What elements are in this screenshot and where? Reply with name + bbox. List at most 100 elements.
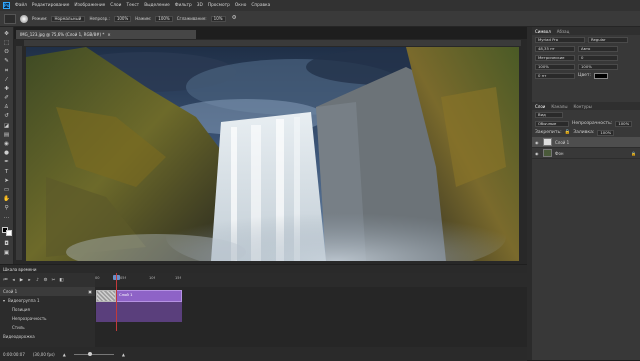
zoom-out-icon[interactable]: ▲	[63, 352, 66, 357]
screen-mode-icon[interactable]: ▣	[2, 250, 11, 257]
clip-label: Слой 1	[119, 292, 133, 297]
background-color-swatch[interactable]	[5, 229, 12, 236]
tool-preset-picker[interactable]	[4, 13, 16, 24]
gradient-tool-icon[interactable]: ▤	[2, 132, 11, 139]
menu-view[interactable]: Просмотр	[208, 3, 230, 8]
quick-select-icon[interactable]: ✎	[2, 59, 11, 66]
opacity-field[interactable]: 100%	[113, 15, 132, 22]
visibility-eye-icon[interactable]: ◉	[535, 151, 540, 156]
film-icon[interactable]: ▣	[88, 289, 92, 294]
transition-icon[interactable]: ◧	[59, 278, 64, 283]
property-row[interactable]: Стиль	[0, 323, 95, 332]
playhead-line[interactable]	[116, 273, 117, 331]
menu-file[interactable]: Файл	[15, 3, 27, 8]
brush-preview-icon[interactable]	[20, 14, 28, 23]
zoom-slider-knob[interactable]	[87, 351, 92, 356]
rectangle-tool-icon[interactable]: ▭	[2, 187, 11, 194]
blend-mode-select[interactable]: Обычные	[535, 120, 569, 127]
close-icon[interactable]: ×	[107, 32, 110, 37]
healing-brush-icon[interactable]: ✚	[2, 86, 11, 93]
eyedropper-icon[interactable]: ⁄	[2, 77, 11, 84]
layer-row-layer1[interactable]: ◉ Слой 1	[532, 137, 640, 148]
timeline-track-row[interactable]: Слой 1 ▣	[0, 287, 95, 296]
timeline-group-row[interactable]: ▾ Видеогруппа 1	[0, 296, 95, 305]
next-frame-icon[interactable]: ▸	[27, 278, 32, 283]
prev-frame-icon[interactable]: ◂	[11, 278, 16, 283]
tab-paths[interactable]: Контуры	[573, 104, 591, 109]
tab-channels[interactable]: Каналы	[551, 104, 567, 109]
layer-opacity-field[interactable]: 100%	[615, 120, 633, 127]
font-family-select[interactable]: Myriad Pro	[535, 36, 585, 43]
ruler-vertical[interactable]	[16, 46, 22, 260]
menu-select[interactable]: Выделение	[144, 3, 170, 8]
color-swatches[interactable]	[1, 226, 12, 236]
leading-field[interactable]: Авто	[578, 45, 618, 52]
menu-edit[interactable]: Редактирование	[32, 3, 70, 8]
font-style-select[interactable]: Regular	[588, 36, 628, 43]
hand-tool-icon[interactable]: ✋	[2, 196, 11, 203]
tab-layers[interactable]: Слои	[535, 104, 545, 109]
tab-paragraph[interactable]: Абзац	[557, 29, 570, 34]
blur-tool-icon[interactable]: ◉	[2, 141, 11, 148]
vertical-scale-field[interactable]: 100%	[535, 63, 575, 70]
gear-icon[interactable]: ⚙	[230, 15, 239, 22]
dodge-tool-icon[interactable]: ●	[2, 150, 11, 157]
video-track-row[interactable]: Видеодорожка	[0, 332, 95, 341]
smoothing-field[interactable]: 10%	[210, 15, 226, 22]
tracking-field[interactable]: 0	[578, 54, 618, 61]
text-color-swatch[interactable]	[594, 72, 609, 79]
first-frame-icon[interactable]: ⏮	[3, 278, 8, 283]
canvas-image[interactable]	[26, 47, 519, 261]
quick-mask-icon[interactable]: ◘	[2, 241, 11, 248]
split-icon[interactable]: ✂	[51, 278, 56, 283]
pen-tool-icon[interactable]: ✒	[2, 160, 11, 167]
marquee-tool-icon[interactable]: ⬚	[2, 40, 11, 47]
settings-icon[interactable]: ⚙	[43, 278, 48, 283]
tab-character[interactable]: Символ	[535, 29, 551, 34]
move-tool-icon[interactable]: ✥	[2, 31, 11, 38]
clone-stamp-icon[interactable]: ♙	[2, 105, 11, 112]
ruler-horizontal[interactable]	[24, 40, 521, 46]
menu-window[interactable]: Окно	[235, 3, 246, 8]
horizontal-scale-field[interactable]: 100%	[578, 63, 618, 70]
fill-field[interactable]: 100%	[597, 129, 615, 136]
video-clip[interactable]: Слой 1	[116, 290, 182, 302]
layer-filter-select[interactable]: Вид	[535, 111, 563, 118]
menu-image[interactable]: Изображение	[74, 3, 105, 8]
history-brush-icon[interactable]: ↺	[2, 114, 11, 121]
audio-icon[interactable]: ♪	[35, 278, 40, 283]
brush-tool-icon[interactable]: ✐	[2, 95, 11, 102]
menu-help[interactable]: Справка	[251, 3, 270, 8]
property-row[interactable]: Непрозрачность	[0, 314, 95, 323]
lasso-tool-icon[interactable]: ʘ	[2, 49, 11, 56]
vertical-scale-value: 100%	[538, 64, 549, 69]
lock-icon[interactable]: 🔒	[565, 130, 571, 135]
crop-tool-icon[interactable]: ⌗	[2, 68, 11, 75]
layer-row-background[interactable]: ◉ Фон 🔒	[532, 148, 640, 159]
menu-layers[interactable]: Слои	[110, 3, 121, 8]
timeline-ruler[interactable]: 00 05f 10f 15f	[95, 273, 527, 287]
timeline-zoom-slider[interactable]	[73, 351, 114, 356]
path-select-icon[interactable]: ➤	[2, 178, 11, 185]
baseline-field[interactable]: 0 пт	[535, 72, 575, 79]
menu-3d[interactable]: 3D	[197, 3, 203, 8]
play-icon[interactable]: ▶	[19, 278, 24, 283]
more-tools-icon[interactable]: ⋯	[2, 215, 11, 222]
layer-name: Слой 1	[555, 139, 570, 145]
type-tool-icon[interactable]: T	[2, 169, 11, 176]
document-tab[interactable]: IMG_123.jpg @ 75,6% (Слой 1, RGB/8#) * ×	[16, 30, 196, 39]
expand-arrow-icon[interactable]: ▾	[3, 298, 5, 303]
transition-clip[interactable]	[96, 290, 116, 302]
property-row[interactable]: Позиция	[0, 305, 95, 314]
kerning-select[interactable]: Метрические	[535, 54, 575, 61]
flow-field[interactable]: 100%	[155, 15, 173, 22]
zoom-tool-icon[interactable]: ⚲	[2, 206, 11, 213]
eraser-icon[interactable]: ◪	[2, 123, 11, 130]
menu-type[interactable]: Текст	[126, 3, 139, 8]
zoom-in-icon[interactable]: ▲	[122, 352, 125, 357]
menu-filter[interactable]: Фильтр	[175, 3, 192, 8]
visibility-eye-icon[interactable]: ◉	[535, 140, 540, 145]
font-size-field[interactable]: 48,35 пт	[535, 45, 575, 52]
mode-select[interactable]: Нормальный	[51, 15, 86, 22]
property-name: Непрозрачность	[12, 316, 47, 321]
